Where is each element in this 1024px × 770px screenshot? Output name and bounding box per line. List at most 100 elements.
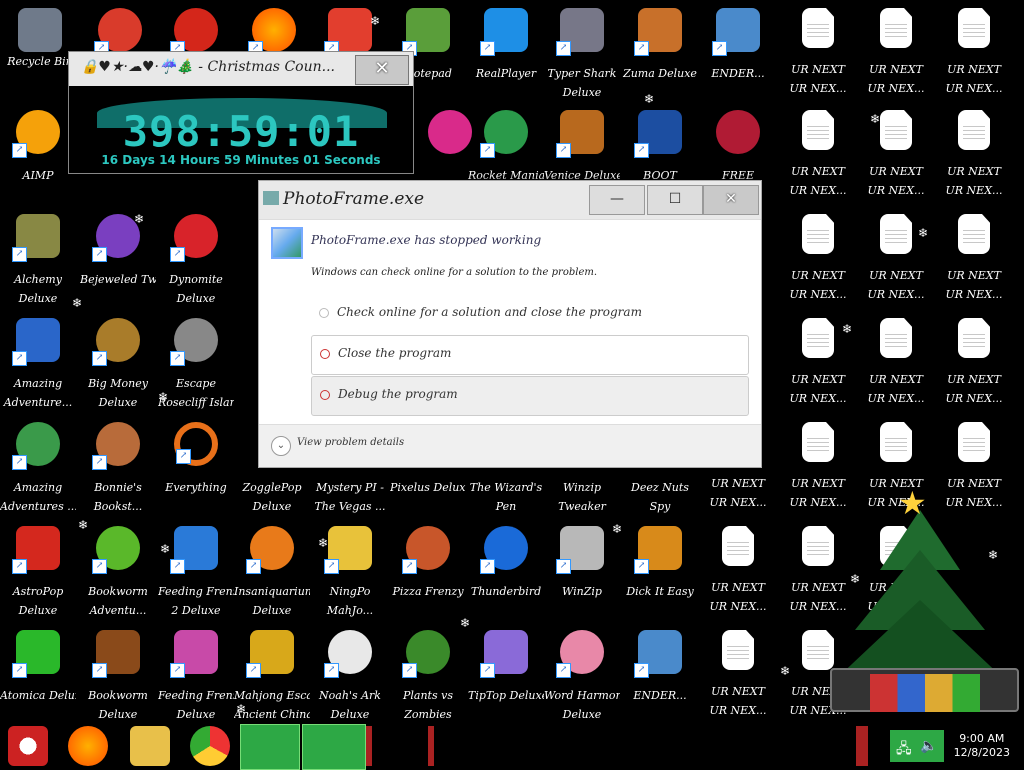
snowflake-icon: ❄ (160, 542, 171, 556)
option-close-program[interactable]: Close the program (311, 335, 749, 375)
chrome-icon[interactable] (190, 726, 230, 766)
option-debug-program[interactable]: Debug the program (311, 376, 749, 416)
minimize-button[interactable]: — (589, 185, 645, 215)
globe-icon: ↗ (12, 422, 60, 470)
snowflake-icon: ❄ (318, 536, 329, 550)
chevron-down-icon[interactable]: ⌄ (271, 436, 291, 456)
thunderbird-icon: ↗ (480, 526, 528, 574)
realplayer-shortcut[interactable]: ↗ RealPlayer (468, 2, 544, 102)
countdown-titlebar[interactable]: 🔒♥★·☁♥·☔🎄 - Christmas Coun... ✕ (69, 52, 413, 86)
document-icon (958, 318, 990, 358)
snowflake-icon: ❄ (918, 226, 929, 240)
ur-next-document[interactable]: UR NEXT UR NEX... (858, 312, 934, 412)
xmplay-icon: ↗ (634, 110, 682, 158)
pizza-frenzy-shortcut[interactable]: ↗ Pizza Frenzy (390, 520, 466, 620)
window-icon: ↗ (712, 8, 760, 56)
file-explorer-icon[interactable] (130, 726, 170, 766)
ur-next-document[interactable]: UR NEXT UR NEX... (700, 624, 776, 724)
option-check-online[interactable]: Check online for a solution and close th… (311, 295, 801, 333)
atom-icon: ↗ (12, 630, 60, 678)
bookworm-adventures-shortcut[interactable]: ↗ Bookworm Adventu... (80, 520, 156, 620)
tiptop-shortcut[interactable]: ↗ TipTop Deluxe (468, 624, 544, 724)
countdown-close-button[interactable]: ✕ (355, 55, 409, 85)
mahjong-tile-icon: ↗ (246, 630, 294, 678)
document-icon (802, 422, 834, 462)
dialog-titlebar[interactable]: PhotoFrame.exe — ☐ ✕ (259, 181, 761, 220)
ur-next-document[interactable]: UR NEXT UR NEX... (780, 104, 856, 204)
ur-next-document[interactable]: UR NEXT UR NEX... (700, 520, 776, 620)
trash-icon (18, 8, 62, 52)
egg-icon: ↗ (170, 214, 218, 262)
document-icon (958, 110, 990, 150)
dialog-heading: PhotoFrame.exe has stopped working (311, 233, 542, 247)
dick-it-easy-shortcut[interactable]: ↗ Dick It Easy (622, 520, 698, 620)
astropop-shortcut[interactable]: ↗ AstroPop Deluxe (0, 520, 76, 620)
recycle-bin-icon[interactable]: Recycle Bin (2, 2, 78, 102)
fish-icon: ↗ (170, 526, 218, 574)
amazing-adventure-shortcut[interactable]: ↗ Amazing Adventure... (0, 312, 76, 412)
document-icon (880, 318, 912, 358)
ender-shortcut[interactable]: ↗ ENDER... (700, 2, 776, 102)
plants-vs-zombies-shortcut[interactable]: ↗ Plants vs Zombies (390, 624, 466, 724)
alchemy-shortcut[interactable]: ↗ Alchemy Deluxe (0, 208, 76, 308)
taskbar-separator (428, 726, 434, 766)
ender-shortcut-2[interactable]: ↗ ENDER... (622, 624, 698, 724)
christmas-tree-widget: ★ (830, 484, 1020, 720)
feeding-frenzy-2-shortcut[interactable]: ↗ Feeding Frenzy 2 Deluxe (158, 520, 234, 620)
bonnies-bookstore-shortcut[interactable]: ↗ Bonnie's Bookst... (80, 416, 156, 516)
snowflake-icon: ❄ (370, 14, 381, 28)
snowflake-icon: ❄ (236, 702, 247, 716)
view-details-link[interactable]: View problem details (297, 437, 404, 448)
goldfish-icon: ↗ (246, 526, 294, 574)
document-icon (880, 110, 912, 150)
taskbar-clock[interactable]: 9:00 AM 12/8/2023 (954, 732, 1010, 760)
bejeweled-shortcut[interactable]: ↗ Bejeweled Twist (80, 208, 156, 308)
escape-rosecliff-shortcut[interactable]: ↗ Escape Rosecliff Island (158, 312, 234, 412)
volume-icon[interactable]: 🔈 (920, 738, 937, 754)
start-button-santa-icon[interactable] (8, 726, 48, 766)
dynomite-shortcut[interactable]: ↗ Dynomite Deluxe (158, 208, 234, 308)
bookworm-shortcut[interactable]: ↗ Bookworm Deluxe (80, 624, 156, 724)
atomica-shortcut[interactable]: ↗ Atomica Deluxe (0, 624, 76, 724)
big-money-shortcut[interactable]: ↗ Big Money Deluxe (80, 312, 156, 412)
ur-next-document[interactable]: UR NEXT UR NEX... (858, 208, 934, 308)
noahs-ark-shortcut[interactable]: ↗ Noah's Ark Deluxe (312, 624, 388, 724)
taskbar-tree-app[interactable] (240, 724, 300, 770)
everything-shortcut[interactable]: ↗ Everything (158, 416, 234, 516)
ur-next-document[interactable]: UR NEXT UR NEX... (780, 208, 856, 308)
ningpo-shortcut[interactable]: ↗ NingPo MahJo... (312, 520, 388, 620)
ur-next-document[interactable]: UR NEXT UR NEX... (936, 208, 1012, 308)
ur-next-document[interactable]: UR NEXT UR NEX... (936, 312, 1012, 412)
system-tray[interactable]: 🖧 🔈 (890, 730, 944, 762)
thunderbird-shortcut[interactable]: ↗ Thunderbird (468, 520, 544, 620)
ur-next-document[interactable]: UR NEXT UR NEX... (780, 2, 856, 102)
ur-next-document[interactable]: UR NEXT UR NEX... (858, 2, 934, 102)
document-icon (958, 422, 990, 462)
document-icon (802, 318, 834, 358)
christmas-countdown-widget[interactable]: 🔒♥★·☁♥·☔🎄 - Christmas Coun... ✕ 398:59:0… (68, 51, 414, 174)
insaniquarium-shortcut[interactable]: ↗ Insaniquarium Deluxe (234, 520, 310, 620)
zuma-shortcut[interactable]: ↗ Zuma Deluxe (622, 2, 698, 102)
network-icon[interactable]: 🖧 (896, 738, 912, 762)
document-icon (958, 8, 990, 48)
snowflake-icon: ❄ (870, 112, 881, 126)
maximize-button[interactable]: ☐ (647, 185, 703, 215)
aimp-shortcut[interactable]: ↗ AIMP (0, 104, 76, 204)
ur-next-document[interactable]: UR NEXT UR NEX... (936, 2, 1012, 102)
typer-shark-shortcut[interactable]: ↗ Typer Shark Deluxe (544, 2, 620, 102)
taskbar-photoframe-app[interactable] (302, 724, 366, 770)
word-harmony-shortcut[interactable]: ↗ Word Harmony Deluxe (544, 624, 620, 724)
dialog-footer: ⌄ View problem details (259, 424, 761, 467)
countdown-detail: 16 Days 14 Hours 59 Minutes 01 Seconds (101, 153, 381, 167)
amazing-adventures-shortcut[interactable]: ↗ Amazing Adventures ... (0, 416, 76, 516)
countdown-title: 🔒♥★·☁♥·☔🎄 - Christmas Coun... (81, 59, 335, 75)
face-icon: ↗ (92, 422, 140, 470)
document-icon (880, 214, 912, 254)
game-icon: ↗ (170, 8, 218, 56)
app-icon (263, 191, 279, 205)
close-button[interactable]: ✕ (703, 185, 759, 215)
winzip-shortcut[interactable]: ↗ WinZip (544, 520, 620, 620)
firefox-taskbar-icon[interactable] (68, 726, 108, 766)
ur-next-document[interactable]: UR NEXT UR NEX... (936, 104, 1012, 204)
feeding-frenzy-shortcut[interactable]: ↗ Feeding Frenzy Deluxe (158, 624, 234, 724)
